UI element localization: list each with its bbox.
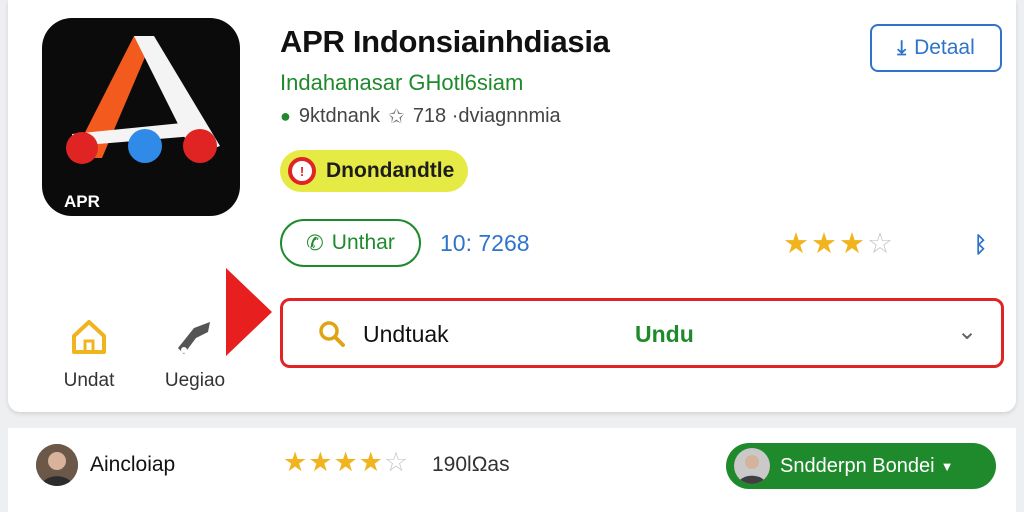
subscribe-avatar-image: [734, 448, 770, 484]
call-button[interactable]: ✆ Unthar: [280, 219, 421, 267]
avatar-image: [36, 444, 78, 486]
subscribe-button[interactable]: Sndderpn Bondei ▼: [726, 443, 996, 489]
meta-right: 718 ·dviagnnmia: [412, 105, 561, 127]
leaf-icon: ●: [280, 106, 291, 126]
developer-link[interactable]: Indahanasar GHotl6siam: [280, 70, 523, 96]
chevron-down-icon: ▼: [940, 458, 954, 474]
star-filled-icon: ★: [358, 447, 384, 477]
star-empty-icon: ☆: [383, 447, 410, 477]
download-icon: ⤓: [897, 36, 907, 59]
app-rating-stars: ★★★☆: [783, 226, 895, 261]
nav-home[interactable]: Undat: [44, 316, 134, 392]
app-meta: ● 9ktdnank ✩ 718 ·dviagnnmia: [280, 104, 561, 129]
alert-icon: !: [288, 157, 316, 185]
chevron-down-icon[interactable]: ⌄: [957, 317, 977, 346]
avatar[interactable]: [36, 444, 78, 486]
star-filled-icon: ★: [783, 228, 811, 260]
counter-value: 10: 7268: [440, 230, 530, 256]
nav-second-label: Uegiao: [164, 370, 226, 391]
app-title: APR Indonsiainhdiasia: [280, 24, 610, 59]
subscribe-avatar: [734, 448, 770, 484]
app-card: APR APR Indonsiainhdiasia Indahanasar GH…: [8, 0, 1016, 412]
home-icon: [72, 320, 106, 354]
review-count: 190lΩas: [432, 453, 510, 476]
review-rating-stars: ★★★★☆: [283, 447, 409, 478]
search-value: Undu: [635, 321, 694, 347]
review-author: Aincloiap: [90, 453, 176, 476]
app-logo-label: APR: [64, 192, 100, 211]
star-outline-icon: ✩: [388, 106, 405, 128]
detail-button-label: Detaal: [914, 36, 975, 59]
star-filled-icon: ★: [811, 228, 839, 260]
star-filled-icon: ★: [308, 447, 334, 477]
search-bar[interactable]: Undtuak Undu ⌄: [280, 298, 1004, 368]
phone-icon: ✆: [306, 231, 324, 255]
star-filled-icon: ★: [333, 447, 359, 477]
search-label: Undtuak: [363, 321, 449, 347]
review-row: Aincloiap ★★★★☆ 190lΩas Sndderpn Bondei …: [8, 428, 1016, 512]
bluetooth-icon[interactable]: ᛒ: [974, 232, 987, 258]
status-badge-label: Dnondandtle: [326, 159, 455, 182]
app-logo-graphic: [66, 36, 220, 164]
status-badge: ! Dnondandtle: [280, 150, 469, 192]
meta-left: 9ktdnank: [298, 105, 381, 127]
star-filled-icon: ★: [283, 447, 309, 477]
search-icon: [319, 321, 345, 347]
nav-home-label: Undat: [63, 370, 115, 391]
subscribe-button-label: Sndderpn Bondei: [780, 454, 935, 477]
detail-button[interactable]: ⤓ Detaal: [870, 24, 1002, 72]
star-empty-icon: ☆: [867, 228, 895, 260]
app-logo[interactable]: APR: [42, 18, 240, 216]
pointer-arrow-icon: [226, 268, 272, 356]
star-filled-icon: ★: [839, 228, 867, 260]
call-button-label: Unthar: [331, 231, 395, 254]
